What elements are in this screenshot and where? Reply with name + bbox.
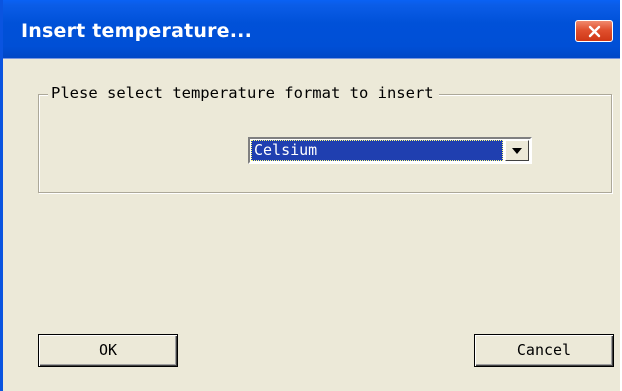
groupbox-legend: Plese select temperature format to inser… bbox=[48, 83, 439, 103]
close-icon bbox=[588, 25, 601, 38]
client-area-border bbox=[3, 58, 620, 59]
title-bar[interactable]: Insert temperature... bbox=[3, 0, 620, 58]
dropdown-button[interactable] bbox=[505, 140, 529, 161]
selected-format: Celsium bbox=[251, 140, 503, 161]
ok-button[interactable]: OK bbox=[38, 334, 178, 367]
window-title: Insert temperature... bbox=[21, 20, 253, 42]
cancel-button[interactable]: Cancel bbox=[474, 334, 614, 367]
chevron-down-icon bbox=[512, 148, 522, 154]
temperature-format-select[interactable]: Celsium bbox=[248, 137, 532, 164]
dialog-window: Insert temperature... Plese select tempe… bbox=[0, 0, 620, 391]
close-button[interactable] bbox=[575, 20, 613, 42]
